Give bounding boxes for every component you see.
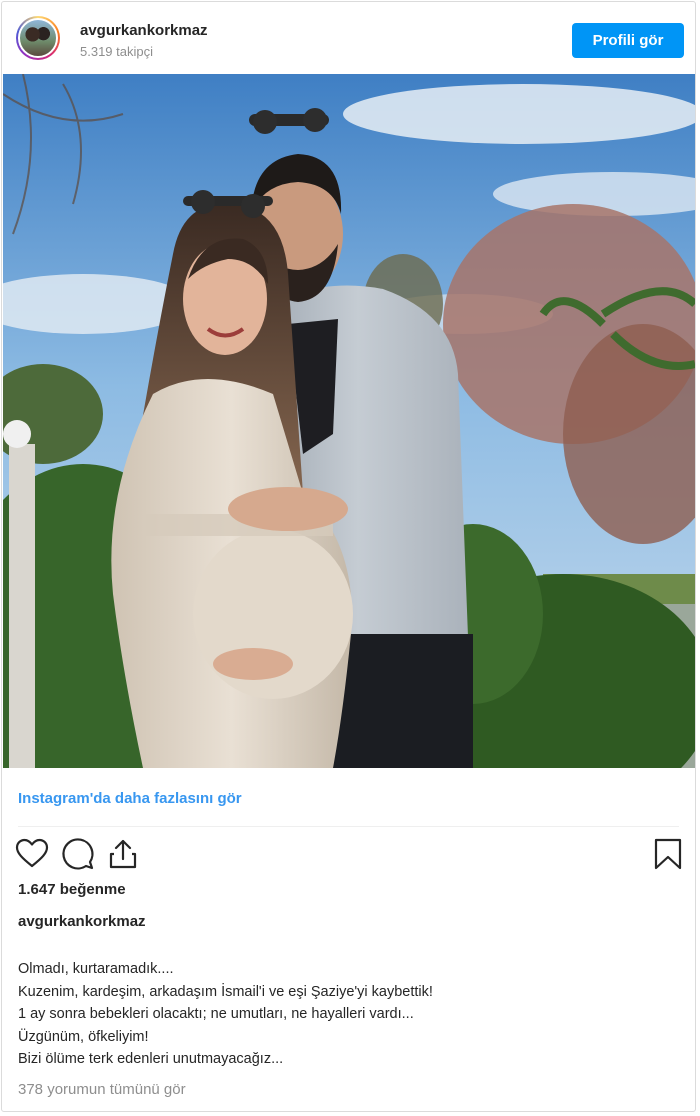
post-header: avgurkankorkmaz 5.319 takipçi Profili gö… [2,2,695,74]
share-icon[interactable] [106,837,140,871]
follower-count: 5.319 takipçi [80,44,153,59]
view-all-comments-link[interactable]: 378 yorumun tümünü gör [18,1081,186,1098]
heart-icon[interactable] [15,837,49,871]
view-profile-button[interactable]: Profili gör [572,23,684,58]
bookmark-icon[interactable] [651,837,685,871]
caption-username[interactable]: avgurkankorkmaz [18,913,146,930]
caption-text: Olmadı, kurtaramadık.... Kuzenim, kardeş… [18,958,678,1071]
avatar[interactable] [16,16,60,60]
instagram-embed-card: avgurkankorkmaz 5.319 takipçi Profili gö… [1,1,696,1112]
comment-icon[interactable] [61,837,95,871]
caption-line: Bizi ölüme terk edenleri unutmayacağız..… [18,1051,284,1067]
like-count[interactable]: 1.647 beğenme [18,881,126,898]
caption-line: Olmadı, kurtaramadık.... [18,961,174,977]
avatar-image [18,18,58,58]
header-username[interactable]: avgurkankorkmaz [80,22,208,39]
more-on-instagram-link[interactable]: Instagram'da daha fazlasını gör [18,790,242,807]
divider [18,826,679,827]
caption-line: 1 ay sonra bebekleri olacaktı; ne umutla… [18,1006,414,1022]
post-photo-illustration [3,74,695,768]
post-photo[interactable] [3,74,695,768]
caption-line: Kuzenim, kardeşim, arkadaşım İsmail'i ve… [18,983,433,1000]
caption-line: Üzgünüm, öfkeliyim! [18,1028,149,1045]
